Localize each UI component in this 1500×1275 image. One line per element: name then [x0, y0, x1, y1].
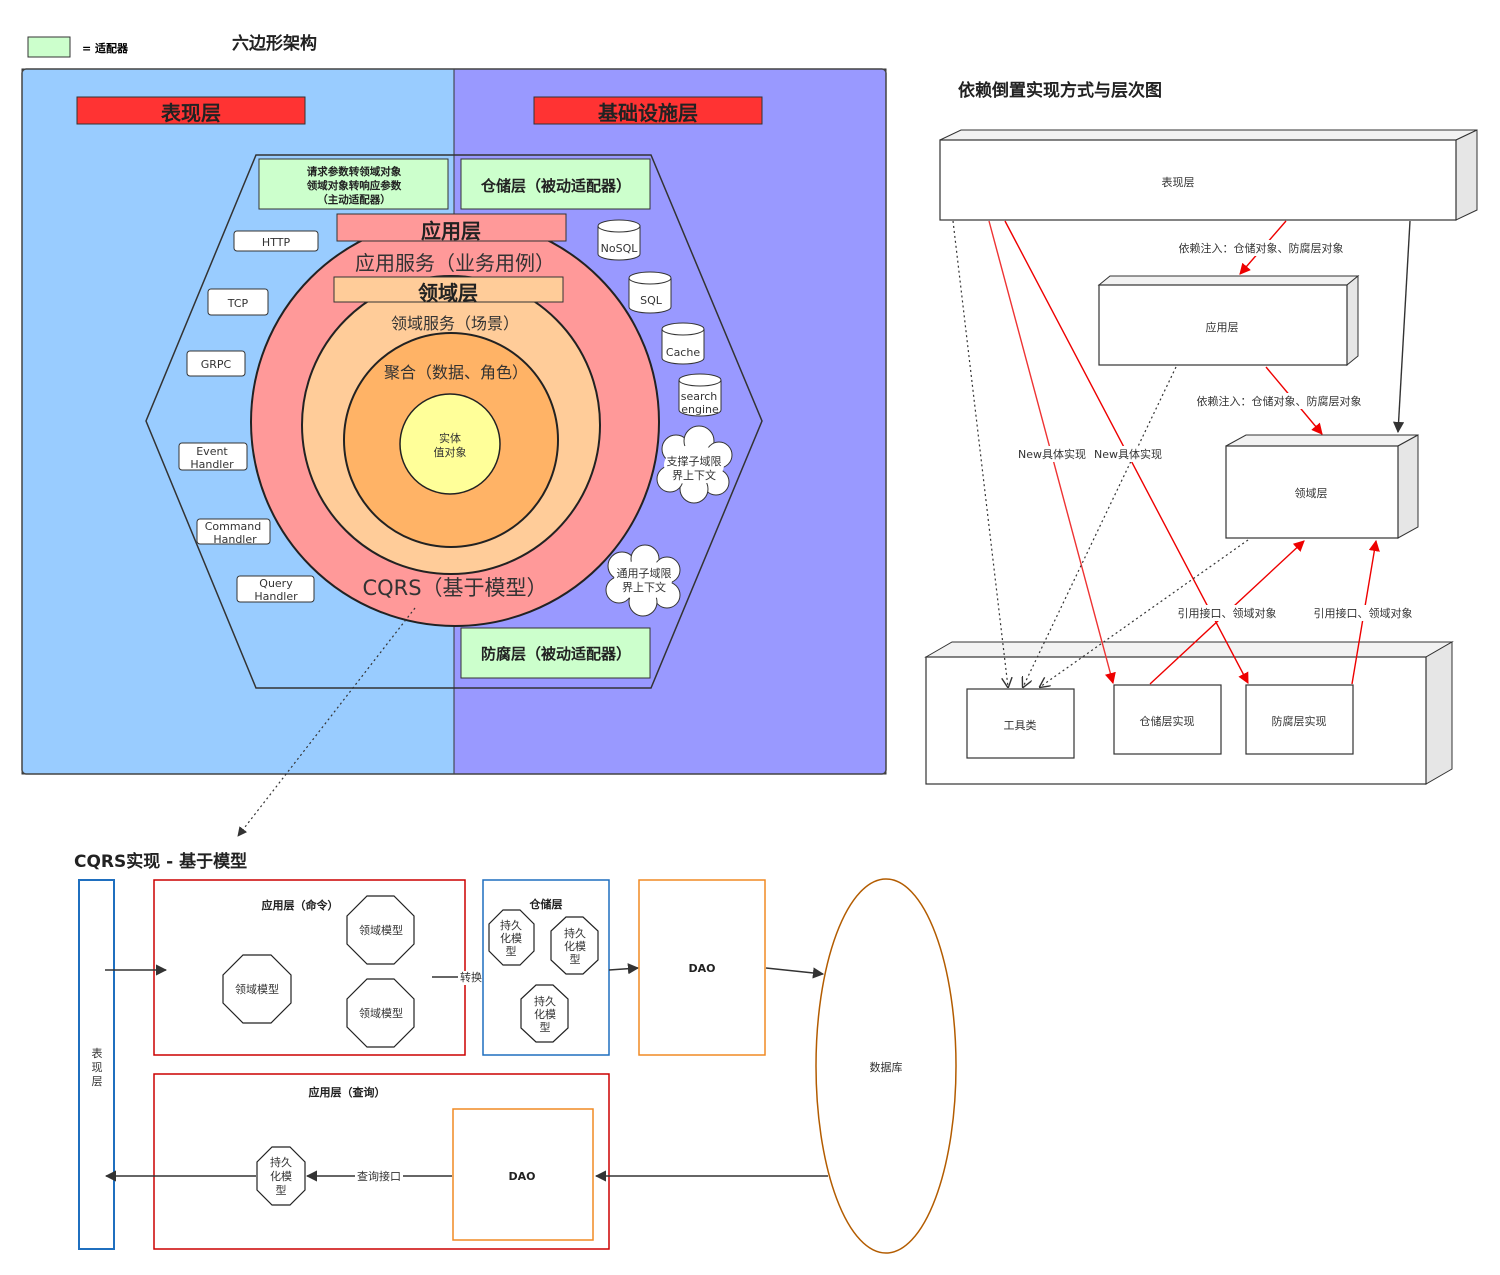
active-adapter-line-3: （主动适配器） — [317, 193, 391, 206]
dip-domain-side — [1397, 434, 1419, 539]
generic-subdomain-line-2: 界上下文 — [622, 580, 666, 594]
sql-label: SQL — [640, 294, 663, 307]
command-app-title: 应用层（命令） — [262, 898, 339, 912]
cqrs-presentation-char-1: 表 — [92, 1046, 103, 1060]
dip-repository-impl-label: 仓储层实现 — [1140, 714, 1195, 728]
cqrs-arrow-repository-dao — [608, 963, 640, 975]
presentation-layer-label: 表现层 — [161, 101, 221, 125]
grpc-port-label: GRPC — [201, 358, 232, 371]
event-handler-line-2: Handler — [190, 458, 234, 471]
dip-arrow-presentation-domain — [1392, 220, 1411, 434]
dip-presentation-side — [1455, 129, 1478, 221]
persist-1-line-2: 化模 — [500, 931, 522, 945]
query-dao-label: DAO — [509, 1170, 536, 1183]
dip-utils-label: 工具类 — [1004, 718, 1037, 732]
infrastructure-layer-label: 基础设施层 — [598, 101, 698, 125]
query-interface-label: 查询接口 — [357, 1169, 401, 1183]
repository-adapter-label: 仓储层（被动适配器） — [480, 177, 631, 195]
persist-3-line-1: 持久 — [534, 994, 556, 1008]
search-engine-line-1: search — [681, 390, 718, 403]
aggregate-label: 聚合（数据、角色） — [384, 363, 528, 382]
domain-layer-label: 领域层 — [418, 281, 478, 305]
convert-label: 转换 — [460, 970, 482, 984]
nosql-label: NoSQL — [601, 242, 639, 255]
dip-infra-side — [1425, 641, 1453, 785]
legend-label: = 适配器 — [82, 41, 129, 55]
hexagon-title: 六边形架构 — [232, 33, 317, 54]
persist-1-line-1: 持久 — [500, 918, 522, 932]
dip-presentation-box — [939, 139, 1457, 221]
search-engine-line-2: engine — [681, 403, 719, 416]
cqrs-repository-title: 仓储层 — [529, 897, 563, 911]
persist-2-line-1: 持久 — [564, 926, 586, 940]
dip-di-label-1: 依赖注入：仓储对象、防腐层对象 — [1179, 241, 1344, 255]
domain-model-label-2: 领域模型 — [235, 982, 279, 996]
cqrs-ring-label: CQRS（基于模型） — [362, 576, 547, 600]
dip-ref-label-1: 引用接口、领域对象 — [1178, 606, 1277, 620]
persist-1-line-3: 型 — [506, 944, 517, 958]
dip-infra-top — [924, 641, 1454, 658]
persist-3-line-3: 型 — [540, 1020, 551, 1034]
event-handler-line-1: Event — [196, 445, 228, 458]
anticorruption-adapter-label: 防腐层（被动适配器） — [481, 645, 631, 663]
dip-application-label: 应用层 — [1206, 320, 1239, 334]
dip-arrow-presentation-utils — [952, 220, 1008, 687]
application-service-label: 应用服务（业务用例） — [355, 251, 555, 275]
dip-anticorruption-impl-label: 防腐层实现 — [1272, 714, 1327, 728]
supporting-subdomain-line-1: 支撑子域限 — [667, 454, 722, 468]
entity-label-line-2: 值对象 — [434, 445, 467, 459]
persist-2-line-2: 化模 — [564, 939, 586, 953]
query-handler-line-1: Query — [259, 577, 293, 590]
dip-ref-label-2: 引用接口、领域对象 — [1314, 606, 1413, 620]
command-handler-line-2: Handler — [213, 533, 257, 546]
domain-service-label: 领域服务（场景） — [391, 314, 519, 333]
legend-swatch — [27, 36, 71, 58]
active-adapter-line-1: 请求参数转领域对象 — [307, 165, 402, 178]
dip-di-label-2: 依赖注入：仓储对象、防腐层对象 — [1197, 394, 1362, 408]
cqrs-arrow-dao-database — [765, 967, 825, 979]
supporting-subdomain-line-2: 界上下文 — [672, 468, 716, 482]
active-adapter-line-2: 领域对象转响应参数 — [307, 179, 402, 192]
persist-4-line-3: 型 — [276, 1183, 287, 1197]
dip-presentation-top — [939, 129, 1478, 141]
cache-label: Cache — [666, 346, 700, 359]
dip-arrow-application-utils — [1023, 366, 1177, 687]
domain-model-label-3: 领域模型 — [359, 1006, 403, 1020]
command-handler-line-1: Command — [205, 520, 262, 533]
dip-new-label-2: New具体实现 — [1094, 447, 1162, 461]
command-dao-label: DAO — [689, 962, 716, 975]
dip-title: 依赖倒置实现方式与层次图 — [958, 80, 1162, 101]
cqrs-presentation-char-3: 层 — [92, 1075, 103, 1088]
entity-label-line-1: 实体 — [439, 431, 461, 445]
query-app-title: 应用层（查询） — [309, 1085, 386, 1099]
cqrs-presentation-char-2: 现 — [92, 1061, 103, 1074]
dip-domain-top — [1225, 434, 1419, 447]
http-port-label: HTTP — [262, 236, 291, 249]
database-label: 数据库 — [870, 1060, 903, 1074]
tcp-port-label: TCP — [227, 297, 249, 310]
generic-subdomain-line-1: 通用子域限 — [617, 567, 672, 580]
architecture-diagram-canvas: = 适配器 六边形架构 表现层 基础设施层 请求参数转领域对象 领域对象转响应参… — [21, 33, 1478, 1254]
cqrs-title: CQRS实现 - 基于模型 — [74, 851, 247, 872]
persist-2-line-3: 型 — [570, 952, 581, 966]
query-handler-line-2: Handler — [254, 590, 298, 603]
dip-domain-label: 领域层 — [1295, 487, 1328, 500]
domain-model-label-1: 领域模型 — [359, 923, 403, 937]
dip-application-top — [1097, 275, 1360, 286]
application-layer-label: 应用层 — [421, 219, 481, 243]
persist-3-line-2: 化模 — [534, 1007, 556, 1021]
persist-4-line-1: 持久 — [270, 1155, 292, 1169]
persist-4-line-2: 化模 — [270, 1169, 292, 1183]
dip-application-side — [1346, 274, 1359, 367]
dip-new-label-1: New具体实现 — [1018, 447, 1086, 461]
dip-presentation-label: 表现层 — [1162, 175, 1195, 189]
